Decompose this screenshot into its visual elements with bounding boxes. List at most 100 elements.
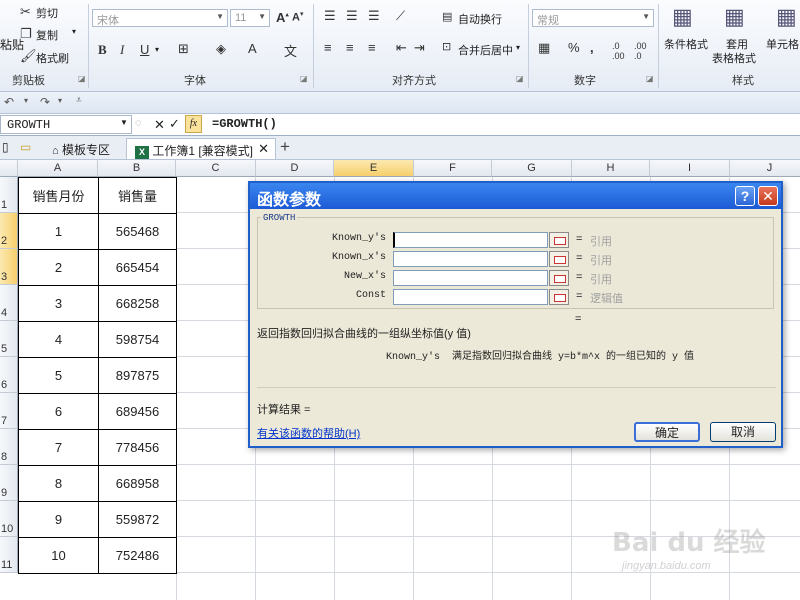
bold-icon[interactable]: B — [98, 42, 107, 58]
table-cell[interactable]: 598754 — [98, 321, 177, 358]
row-header[interactable]: 9 — [0, 465, 18, 501]
column-header[interactable]: C — [176, 160, 256, 177]
align-left-icon[interactable]: ≡ — [324, 40, 332, 55]
table-cell[interactable]: 4 — [18, 321, 99, 358]
folder-icon[interactable]: ▭ — [20, 140, 31, 154]
insert-function-icon[interactable]: fx — [185, 115, 202, 133]
column-header[interactable]: A — [18, 160, 98, 177]
column-header[interactable]: D — [256, 160, 334, 177]
font-color-icon[interactable]: A — [248, 41, 257, 56]
column-header[interactable]: F — [414, 160, 492, 177]
column-header[interactable]: I — [650, 160, 730, 177]
help-icon[interactable]: ? — [735, 186, 755, 206]
wrap-text-button[interactable]: 自动换行 — [458, 11, 502, 27]
table-cell[interactable]: 8 — [18, 465, 99, 502]
merge-dropdown-icon[interactable]: ▾ — [516, 43, 520, 52]
merge-center-button[interactable]: 合并后居中 — [458, 42, 513, 58]
row-header[interactable]: 4 — [0, 285, 18, 321]
close-icon[interactable]: ✕ — [758, 186, 778, 206]
name-box[interactable]: GROWTH — [0, 115, 132, 134]
italic-icon[interactable]: I — [120, 42, 124, 58]
number-format-combo[interactable]: 常规 ▼ — [532, 9, 654, 27]
table-cell[interactable]: 6 — [18, 393, 99, 430]
range-select-icon[interactable] — [549, 251, 569, 267]
row-header[interactable]: 3 — [0, 249, 18, 285]
redo-icon[interactable]: ↷ — [40, 95, 50, 109]
range-select-icon[interactable] — [549, 270, 569, 286]
undo-dropdown-icon[interactable]: ▾ — [24, 96, 28, 105]
tab-templates[interactable]: ⌂ 模板专区 — [44, 138, 122, 159]
column-header[interactable]: H — [572, 160, 650, 177]
row-header[interactable]: 8 — [0, 429, 18, 465]
shrink-font-icon[interactable]: A▾ — [292, 10, 303, 24]
tab-workbook[interactable]: X 工作簿1 [兼容模式] ✕ — [126, 138, 276, 159]
cell-styles-button[interactable]: 单元格 — [766, 36, 799, 52]
clipboard-launcher-icon[interactable]: ◪ — [78, 74, 86, 83]
decrease-indent-icon[interactable]: ⇤ — [396, 40, 407, 56]
row-header[interactable]: 2 — [0, 213, 18, 249]
cancel-button[interactable]: 取消 — [710, 422, 776, 442]
row-header[interactable]: 6 — [0, 357, 18, 393]
underline-icon[interactable]: U — [140, 42, 149, 57]
known-x-input[interactable] — [393, 251, 548, 267]
ok-button[interactable]: 确定 — [634, 422, 700, 442]
number-launcher-icon[interactable]: ◪ — [646, 74, 654, 83]
confirm-entry-icon[interactable]: ✓ — [169, 116, 180, 132]
font-launcher-icon[interactable]: ◪ — [300, 74, 308, 83]
comma-style-icon[interactable]: , — [590, 40, 594, 55]
undo-icon[interactable]: ↶ — [4, 95, 14, 109]
formula-input[interactable]: =GROWTH() — [212, 117, 277, 131]
align-top-icon[interactable]: ☰ — [324, 8, 336, 24]
copy-button[interactable]: 复制 — [36, 27, 58, 43]
grow-font-icon[interactable]: A▴ — [276, 10, 289, 25]
dialog-title-bar[interactable]: 函数参数 — [250, 183, 781, 209]
format-painter-button[interactable]: 格式刷 — [36, 50, 69, 66]
alignment-launcher-icon[interactable]: ◪ — [516, 74, 524, 83]
column-header[interactable]: E — [334, 160, 414, 177]
customize-qat-icon[interactable]: ⩡ — [76, 95, 82, 106]
new-x-input[interactable] — [393, 270, 548, 286]
increase-indent-icon[interactable]: ⇥ — [414, 40, 425, 56]
cancel-entry-icon[interactable]: ✕ — [154, 117, 165, 133]
chevron-down-icon[interactable]: ▼ — [120, 118, 128, 127]
table-cell[interactable]: 689456 — [98, 393, 177, 430]
redo-dropdown-icon[interactable]: ▾ — [58, 96, 62, 105]
row-header[interactable]: 7 — [0, 393, 18, 429]
table-cell[interactable]: 668958 — [98, 465, 177, 502]
table-cell[interactable]: 10 — [18, 537, 99, 574]
row-header[interactable]: 10 — [0, 501, 18, 537]
border-icon[interactable]: ⊞ — [178, 41, 189, 57]
range-select-icon[interactable] — [549, 232, 569, 248]
range-select-icon[interactable] — [549, 289, 569, 305]
underline-dropdown-icon[interactable]: ▾ — [155, 45, 159, 54]
align-right-icon[interactable]: ≡ — [368, 40, 376, 55]
table-cell[interactable]: 752486 — [98, 537, 177, 574]
table-cell[interactable]: 897875 — [98, 357, 177, 394]
new-tab-icon[interactable]: + — [280, 137, 290, 157]
copy-dropdown-icon[interactable]: ▾ — [72, 27, 76, 36]
table-cell[interactable]: 1 — [18, 213, 99, 250]
select-all-corner[interactable] — [0, 160, 18, 177]
column-header[interactable]: J — [730, 160, 800, 177]
percent-icon[interactable]: % — [568, 40, 580, 55]
expand-icon[interactable]: ◌ — [135, 117, 142, 129]
column-header[interactable]: G — [492, 160, 572, 177]
new-document-icon[interactable]: ▯ — [2, 140, 9, 154]
conditional-format-button[interactable]: 条件格式 — [664, 36, 708, 52]
phonetic-icon[interactable]: 文 — [284, 41, 297, 60]
row-header[interactable]: 5 — [0, 321, 18, 357]
column-header[interactable]: B — [98, 160, 176, 177]
orientation-icon[interactable]: ⟋ — [396, 8, 405, 24]
const-input[interactable] — [393, 289, 548, 305]
accounting-format-icon[interactable]: ▦ — [538, 40, 550, 56]
increase-decimal-icon[interactable]: .0.00 — [612, 41, 625, 61]
align-bottom-icon[interactable]: ☰ — [368, 8, 380, 24]
table-cell[interactable]: 668258 — [98, 285, 177, 322]
font-name-combo[interactable]: 宋体 ▼ — [92, 9, 228, 27]
cut-button[interactable]: 剪切 — [36, 5, 58, 21]
table-cell[interactable]: 778456 — [98, 429, 177, 466]
table-cell[interactable]: 2 — [18, 249, 99, 286]
known-y-input[interactable] — [393, 232, 548, 248]
table-cell[interactable]: 7 — [18, 429, 99, 466]
align-middle-icon[interactable]: ☰ — [346, 8, 358, 24]
